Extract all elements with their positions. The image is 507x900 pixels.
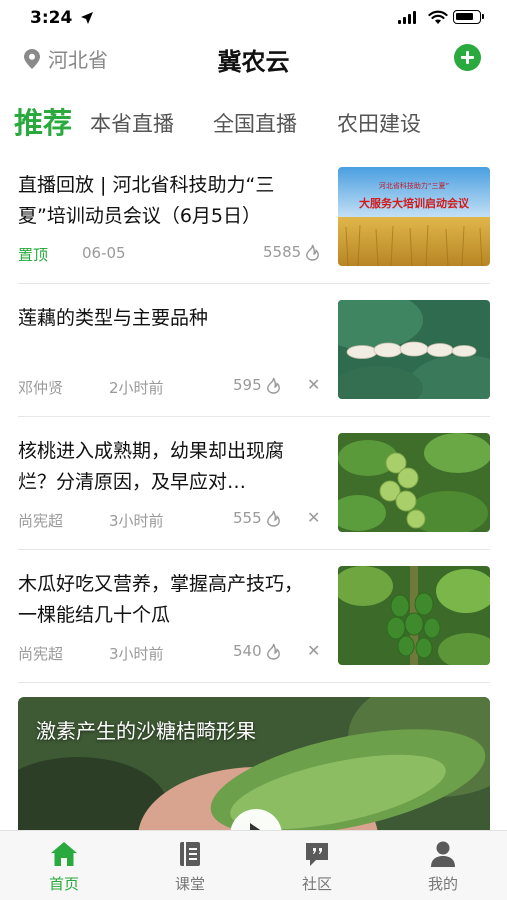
article-item[interactable]: 核桃进入成熟期，幼果却出现腐烂？分清原因，及早应对… 尚宪超 3小时前 555 … xyxy=(0,414,507,547)
walnut-tree-image xyxy=(338,433,490,532)
article-time: 3小时前 xyxy=(109,512,164,530)
view-count-value: 540 xyxy=(233,642,262,660)
article-thumbnail xyxy=(338,433,490,532)
tabbar-label: 社区 xyxy=(301,875,332,893)
flame-icon xyxy=(266,510,280,527)
location-arrow-icon xyxy=(81,12,93,24)
tabbar-label: 课堂 xyxy=(174,875,205,893)
pinned-badge: 置顶 xyxy=(18,246,49,264)
book-icon xyxy=(180,842,200,866)
view-count-value: 595 xyxy=(233,376,262,394)
video-card[interactable]: 激素产生的沙糖桔畸形果 xyxy=(18,697,490,837)
status-time: 3:24 xyxy=(30,8,73,28)
person-icon xyxy=(431,841,455,867)
divider xyxy=(18,682,490,683)
article-title: 木瓜好吃又营养，掌握高产技巧，一棵能结几十个瓜 xyxy=(18,573,304,626)
view-count: 555 xyxy=(233,509,281,527)
thumb-caption-small: 河北省科技助力“三夏” xyxy=(378,182,450,190)
article-time: 2小时前 xyxy=(109,379,164,397)
article-item[interactable]: 木瓜好吃又营养，掌握高产技巧，一棵能结几十个瓜 尚宪超 3小时前 540 ✕ xyxy=(0,547,507,680)
papaya-tree-image xyxy=(338,566,490,665)
battery-cap xyxy=(482,14,484,19)
article-item[interactable]: 直播回放 | 河北省科技助力“三夏”培训动员会议（6月5日） 置顶 06-05 … xyxy=(0,148,507,281)
view-count: 540 xyxy=(233,642,281,660)
tabbar-label: 首页 xyxy=(48,875,79,893)
chat-bubble-icon xyxy=(306,843,328,866)
view-count-value: 555 xyxy=(233,509,262,527)
battery-level xyxy=(456,13,473,20)
signal-icon xyxy=(398,11,416,24)
close-icon[interactable]: ✕ xyxy=(307,375,320,394)
article-thumbnail: 河北省科技助力“三夏” 大服务大培训启动会议 xyxy=(338,167,490,266)
view-count: 595 xyxy=(233,376,281,394)
plus-circle-icon[interactable] xyxy=(454,44,481,71)
article-thumbnail xyxy=(338,300,490,399)
article-title: 莲藕的类型与主要品种 xyxy=(18,307,209,329)
close-icon[interactable]: ✕ xyxy=(307,508,320,527)
tabbar-item-class[interactable]: 课堂 xyxy=(145,839,235,894)
flame-icon xyxy=(306,244,320,261)
article-author: 邓仲贤 xyxy=(18,379,64,397)
bottom-tab-bar: 首页 课堂 社区 我的 xyxy=(0,830,507,900)
flame-icon xyxy=(266,643,280,660)
article-author: 尚宪超 xyxy=(18,512,64,530)
thumb-caption: 大服务大培训启动会议 xyxy=(359,197,469,210)
flame-icon xyxy=(266,377,280,394)
battery-icon xyxy=(453,10,481,24)
article-title: 核桃进入成熟期，幼果却出现腐烂？分清原因，及早应对… xyxy=(18,440,285,493)
status-bar: 3:24 xyxy=(0,0,507,36)
article-author: 尚宪超 xyxy=(18,645,64,663)
wifi-icon xyxy=(428,10,448,24)
tab-farmland[interactable]: 农田建设 xyxy=(337,108,421,138)
article-time: 3小时前 xyxy=(109,645,164,663)
tabbar-item-home[interactable]: 首页 xyxy=(19,839,109,894)
article-thumbnail xyxy=(338,566,490,665)
view-count-value: 5585 xyxy=(263,243,302,261)
tab-provincial-live[interactable]: 本省直播 xyxy=(90,108,174,138)
video-title: 激素产生的沙糖桔畸形果 xyxy=(36,719,256,743)
article-item[interactable]: 莲藕的类型与主要品种 邓仲贤 2小时前 595 ✕ xyxy=(0,281,507,414)
nav-bar: 河北省 冀农云 xyxy=(0,36,507,80)
tab-recommend[interactable]: 推荐 xyxy=(14,100,72,142)
location-selector[interactable]: 河北省 xyxy=(24,44,108,73)
home-icon xyxy=(51,842,77,866)
article-time: 06-05 xyxy=(82,244,126,262)
lotus-root-image xyxy=(338,300,490,399)
category-tabs: 推荐 本省直播 全国直播 农田建设 xyxy=(0,98,507,144)
article-title: 直播回放 | 河北省科技助力“三夏”培训动员会议（6月5日） xyxy=(18,174,275,227)
tab-national-live[interactable]: 全国直播 xyxy=(213,108,297,138)
tabbar-item-me[interactable]: 我的 xyxy=(398,839,488,894)
map-pin-icon xyxy=(24,48,40,69)
close-icon[interactable]: ✕ xyxy=(307,641,320,660)
view-count: 5585 xyxy=(263,243,320,261)
tabbar-item-community[interactable]: 社区 xyxy=(272,839,362,894)
tabbar-label: 我的 xyxy=(427,875,458,893)
location-label: 河北省 xyxy=(48,48,108,72)
